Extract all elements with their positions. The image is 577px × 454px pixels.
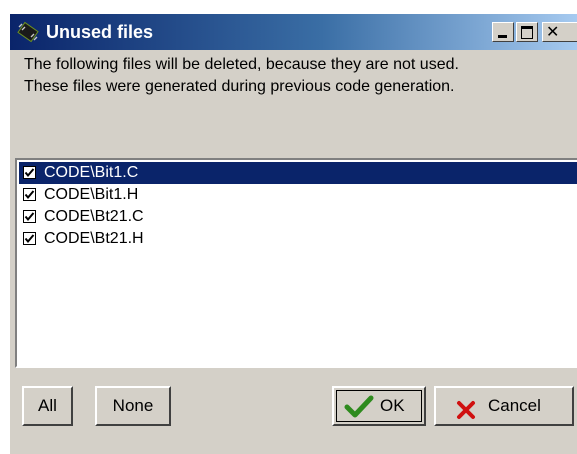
unused-files-dialog: Unused files ✕ The following files will … [10, 14, 577, 454]
list-item[interactable]: CODE\Bit1.C [19, 162, 577, 184]
checkmark-icon [24, 168, 35, 178]
file-label: CODE\Bit1.H [44, 186, 139, 203]
maximize-icon [521, 26, 533, 39]
info-message: The following files will be deleted, bec… [24, 54, 574, 98]
minimize-button[interactable] [492, 22, 514, 42]
file-label: CODE\Bt21.C [44, 208, 144, 225]
ok-button[interactable]: OK [332, 386, 426, 426]
file-list[interactable]: CODE\Bit1.C CODE\Bit1.H CODE\Bt21.C CODE… [15, 158, 577, 368]
window-title: Unused files [46, 22, 154, 42]
checkbox[interactable] [23, 166, 36, 179]
checkbox[interactable] [23, 210, 36, 223]
message-line-1: The following files will be deleted, bec… [24, 56, 459, 73]
checkmark-icon [24, 234, 35, 244]
list-item[interactable]: CODE\Bit1.H [19, 184, 577, 206]
select-none-button[interactable]: None [95, 386, 171, 426]
cancel-label: Cancel [488, 396, 541, 415]
ok-label: OK [380, 396, 405, 415]
list-item[interactable]: CODE\Bt21.H [19, 228, 577, 250]
list-item[interactable]: CODE\Bt21.C [19, 206, 577, 228]
close-icon: ✕ [546, 22, 560, 41]
app-chip-icon [16, 21, 40, 43]
checkbox[interactable] [23, 232, 36, 245]
close-button[interactable]: ✕ [542, 22, 577, 42]
checkbox[interactable] [23, 188, 36, 201]
minimize-icon [498, 35, 507, 38]
file-label: CODE\Bt21.H [44, 230, 144, 247]
cancel-button[interactable]: Cancel [434, 386, 574, 426]
checkmark-icon [24, 190, 35, 200]
file-label: CODE\Bit1.C [44, 164, 139, 181]
title-bar[interactable]: Unused files ✕ [10, 14, 577, 50]
checkmark-icon [24, 212, 35, 222]
message-line-2: These files were generated during previo… [24, 78, 455, 95]
select-all-button[interactable]: All [22, 386, 73, 426]
maximize-button[interactable] [516, 22, 538, 42]
red-x-icon [456, 397, 476, 433]
green-checkmark-icon [344, 395, 374, 432]
